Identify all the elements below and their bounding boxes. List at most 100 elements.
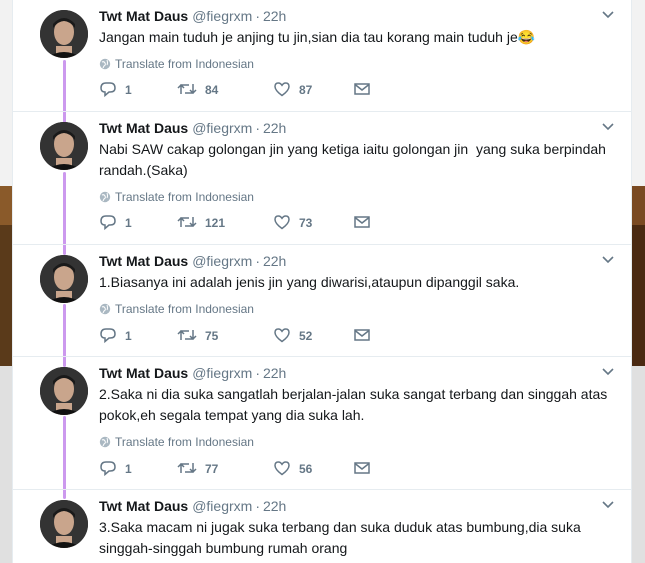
like-count: 56 bbox=[299, 462, 313, 476]
retweet-count: 121 bbox=[205, 216, 226, 230]
tweet-actions: 1 121 73 bbox=[99, 213, 619, 233]
author-handle[interactable]: @fiegrxm bbox=[192, 8, 252, 24]
tweet-actions: 1 77 56 bbox=[99, 459, 619, 479]
author-name[interactable]: Twt Mat Daus bbox=[99, 498, 188, 514]
reply-count: 1 bbox=[125, 216, 132, 230]
tweet-header: Twt Mat Daus @fiegrxm · 22h bbox=[99, 251, 615, 271]
author-handle[interactable]: @fiegrxm bbox=[192, 365, 252, 381]
reply-count: 1 bbox=[125, 462, 132, 476]
chevron-down-icon[interactable] bbox=[601, 498, 615, 512]
envelope-icon bbox=[354, 329, 370, 341]
tweet[interactable]: Twt Mat Daus @fiegrxm · 22h 1.Biasanya ini … bbox=[13, 245, 631, 357]
tweet[interactable]: Twt Mat Daus @fiegrxm · 22h 3.Saka macam ni… bbox=[13, 490, 631, 563]
avatar[interactable] bbox=[40, 367, 88, 415]
reply-button[interactable]: 1 bbox=[99, 326, 132, 346]
timestamp[interactable]: 22h bbox=[263, 120, 286, 136]
globe-icon bbox=[99, 303, 111, 315]
like-button[interactable]: 52 bbox=[273, 326, 312, 346]
reply-count: 1 bbox=[125, 329, 132, 343]
chevron-down-icon[interactable] bbox=[601, 120, 615, 134]
heart-icon bbox=[274, 328, 290, 343]
avatar[interactable] bbox=[40, 500, 88, 548]
retweet-button[interactable]: 75 bbox=[177, 326, 218, 346]
globe-icon bbox=[99, 436, 111, 448]
author-name[interactable]: Twt Mat Daus bbox=[99, 365, 188, 381]
globe-icon bbox=[99, 191, 111, 203]
tweet-thread: Twt Mat Daus @fiegrxm · 22h Jangan main tud… bbox=[12, 0, 632, 563]
tweet-actions: 1 84 87 bbox=[99, 80, 619, 100]
like-count: 87 bbox=[299, 83, 313, 97]
heart-icon bbox=[274, 82, 290, 97]
translate-label: Translate from Indonesian bbox=[115, 435, 254, 449]
like-button[interactable]: 87 bbox=[273, 80, 312, 100]
timestamp[interactable]: 22h bbox=[263, 365, 286, 381]
avatar[interactable] bbox=[40, 122, 88, 170]
translate-link[interactable]: Translate from Indonesian bbox=[99, 301, 615, 317]
tweet[interactable]: Twt Mat Daus @fiegrxm · 22h Jangan main tud… bbox=[13, 0, 631, 112]
heart-icon bbox=[274, 461, 290, 476]
envelope-icon bbox=[354, 216, 370, 228]
tweet-header: Twt Mat Daus @fiegrxm · 22h bbox=[99, 496, 615, 516]
reply-icon bbox=[100, 461, 116, 477]
author-handle[interactable]: @fiegrxm bbox=[192, 498, 252, 514]
message-button[interactable] bbox=[353, 459, 379, 479]
retweet-button[interactable]: 77 bbox=[177, 459, 218, 479]
chevron-down-icon[interactable] bbox=[601, 253, 615, 267]
translate-link[interactable]: Translate from Indonesian bbox=[99, 434, 615, 450]
retweet-count: 75 bbox=[205, 329, 219, 343]
retweet-icon bbox=[177, 83, 197, 95]
timestamp[interactable]: 22h bbox=[263, 498, 286, 514]
tweet-actions: 1 75 52 bbox=[99, 326, 619, 346]
like-count: 73 bbox=[299, 216, 313, 230]
reply-icon bbox=[100, 215, 116, 231]
tweet-text: Jangan main tuduh je anjing tu jin,sian … bbox=[99, 29, 536, 45]
retweet-count: 84 bbox=[205, 83, 219, 97]
avatar[interactable] bbox=[40, 255, 88, 303]
reply-button[interactable]: 1 bbox=[99, 459, 132, 479]
timestamp[interactable]: 22h bbox=[263, 8, 286, 24]
author-handle[interactable]: @fiegrxm bbox=[192, 253, 252, 269]
chevron-down-icon[interactable] bbox=[601, 8, 615, 22]
tweet-text: 1.Biasanya ini adalah jenis jin yang diw… bbox=[99, 274, 520, 290]
tweet[interactable]: Twt Mat Daus @fiegrxm · 22h 2.Saka ni dia s… bbox=[13, 357, 631, 490]
retweet-icon bbox=[177, 329, 197, 341]
chevron-down-icon[interactable] bbox=[601, 365, 615, 379]
like-count: 52 bbox=[299, 329, 313, 343]
retweet-icon bbox=[177, 462, 197, 474]
globe-icon bbox=[99, 58, 111, 70]
author-name[interactable]: Twt Mat Daus bbox=[99, 253, 188, 269]
reply-button[interactable]: 1 bbox=[99, 213, 132, 233]
like-button[interactable]: 56 bbox=[273, 459, 312, 479]
heart-icon bbox=[274, 215, 290, 230]
like-button[interactable]: 73 bbox=[273, 213, 312, 233]
author-handle[interactable]: @fiegrxm bbox=[192, 120, 252, 136]
timestamp[interactable]: 22h bbox=[263, 253, 286, 269]
message-button[interactable] bbox=[353, 80, 379, 100]
tweet-header: Twt Mat Daus @fiegrxm · 22h bbox=[99, 118, 615, 138]
author-name[interactable]: Twt Mat Daus bbox=[99, 120, 188, 136]
envelope-icon bbox=[354, 83, 370, 95]
tweet-header: Twt Mat Daus @fiegrxm · 22h bbox=[99, 363, 615, 383]
translate-label: Translate from Indonesian bbox=[115, 57, 254, 71]
reply-count: 1 bbox=[125, 83, 132, 97]
message-button[interactable] bbox=[353, 326, 379, 346]
reply-icon bbox=[100, 82, 116, 98]
translate-link[interactable]: Translate from Indonesian bbox=[99, 56, 615, 72]
background-left bbox=[0, 0, 12, 563]
tweet[interactable]: Twt Mat Daus @fiegrxm · 22h Nabi SAW cakap … bbox=[13, 112, 631, 245]
reply-icon bbox=[100, 328, 116, 344]
reply-button[interactable]: 1 bbox=[99, 80, 132, 100]
envelope-icon bbox=[354, 462, 370, 474]
tweet-text: 3.Saka macam ni jugak suka terbang dan s… bbox=[99, 519, 585, 556]
retweet-button[interactable]: 84 bbox=[177, 80, 218, 100]
author-name[interactable]: Twt Mat Daus bbox=[99, 8, 188, 24]
retweet-button[interactable]: 121 bbox=[177, 213, 225, 233]
message-button[interactable] bbox=[353, 213, 379, 233]
translate-label: Translate from Indonesian bbox=[115, 302, 254, 316]
translate-link[interactable]: Translate from Indonesian bbox=[99, 189, 615, 205]
avatar[interactable] bbox=[40, 10, 88, 58]
tweet-header: Twt Mat Daus @fiegrxm · 22h bbox=[99, 6, 615, 26]
retweet-icon bbox=[177, 216, 197, 228]
retweet-count: 77 bbox=[205, 462, 219, 476]
background-right bbox=[630, 0, 645, 563]
